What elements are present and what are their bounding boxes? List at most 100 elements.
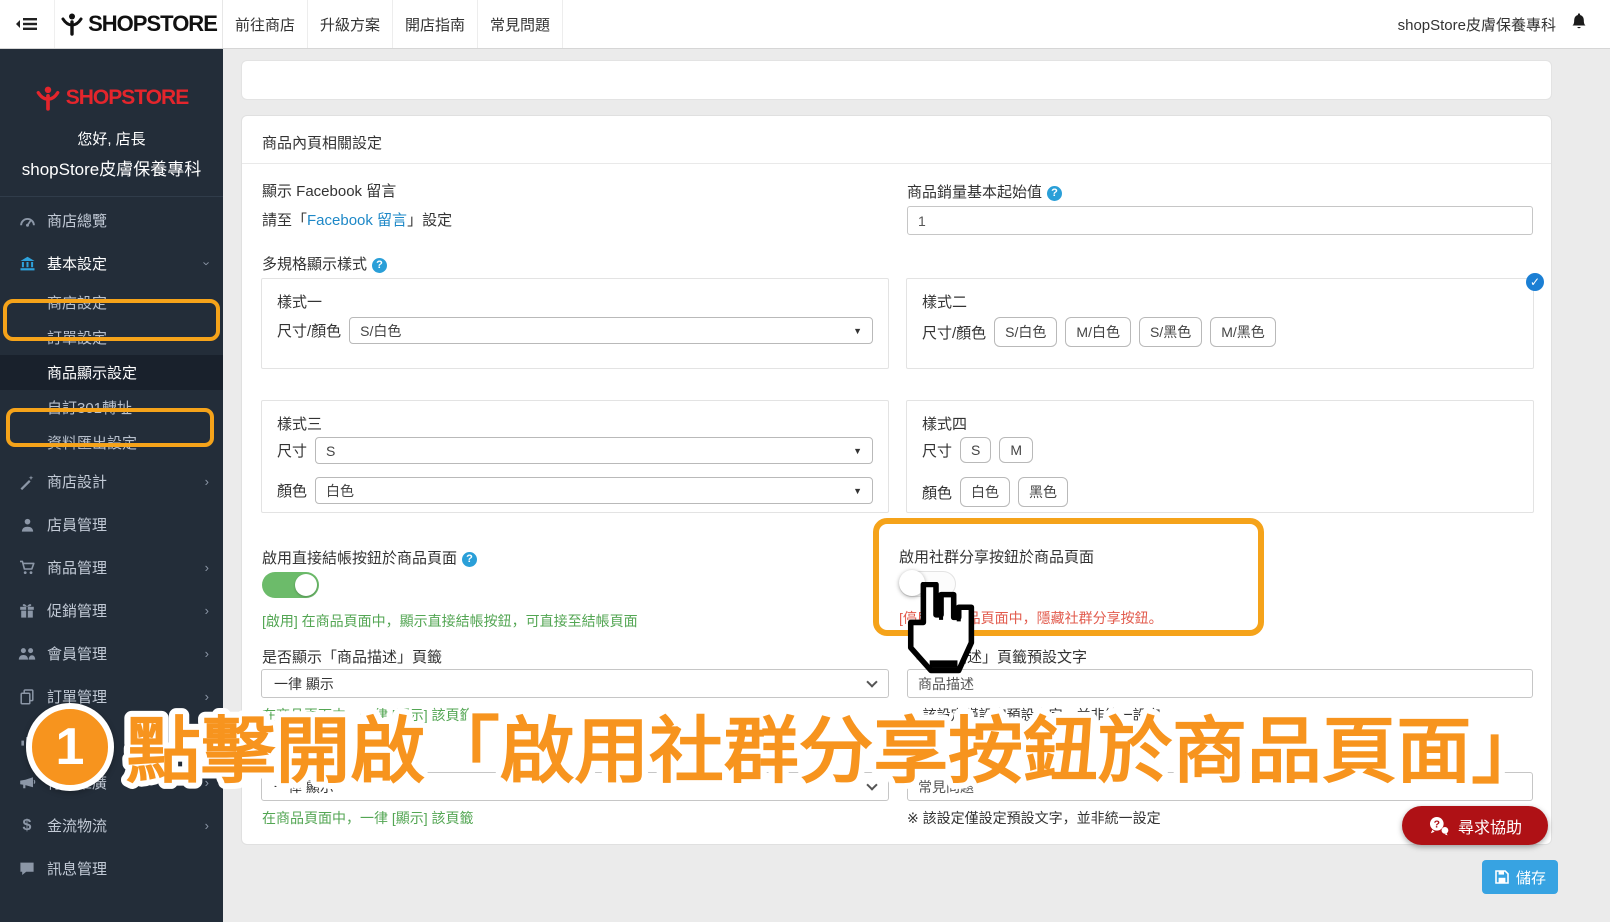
- style-two-card[interactable]: 樣式二 尺寸/顏色 S/白色 M/白色 S/黑色 M/黑色: [906, 278, 1534, 369]
- selected-check-icon: ✓: [1526, 273, 1544, 291]
- style-three-size-select[interactable]: S▼: [315, 437, 873, 464]
- sidebar-subitem-custom-301-redirect[interactable]: 自訂301轉址: [0, 390, 223, 425]
- card-divider: [242, 163, 1551, 164]
- nav-faq[interactable]: 常見問題: [478, 0, 563, 48]
- color-pill[interactable]: 黑色: [1018, 477, 1068, 507]
- desc-text-note: ※ 該設定僅設定預設文字，並非統一設定: [907, 705, 1161, 725]
- sidebar-item-basic-settings[interactable]: 基本設定 ›: [0, 242, 223, 285]
- shopping-cart-icon: [18, 560, 36, 576]
- social-share-toggle[interactable]: [899, 571, 956, 597]
- sidebar-item-staff-management[interactable]: 店員管理: [0, 503, 223, 546]
- hamburger-icon: [15, 16, 39, 32]
- chevron-right-icon: ›: [205, 732, 209, 747]
- size-pill[interactable]: M: [999, 437, 1033, 463]
- sidebar-logo: SHOPSTORE: [0, 85, 223, 111]
- sales-base-input[interactable]: [907, 206, 1533, 235]
- style-one-variant-select[interactable]: S/白色▼: [349, 317, 873, 344]
- sidebar-logo-text: SHOPSTORE: [66, 86, 188, 110]
- bank-icon: [18, 256, 36, 272]
- user-icon: [18, 517, 36, 533]
- social-share-highlight-box: 啟用社群分享按鈕於商品頁面 [停用] 在商品頁面中，隱藏社群分享按鈕。: [873, 518, 1264, 636]
- previous-card-partial: [241, 60, 1552, 100]
- chevron-right-icon: ›: [205, 603, 209, 618]
- shopstore-logo-icon: [60, 12, 84, 36]
- desc-tab-label: 是否顯示「商品描述」頁籤: [262, 646, 442, 667]
- nav-go-to-store[interactable]: 前往商店: [223, 0, 308, 48]
- desc-tab-select[interactable]: 一律 顯示: [261, 669, 889, 698]
- sidebar-item-message-management[interactable]: 訊息管理: [0, 847, 223, 890]
- help-icon[interactable]: ?: [1047, 186, 1062, 201]
- nav-store-guide[interactable]: 開店指南: [393, 0, 478, 48]
- direct-checkout-label: 啟用直接結帳按鈕於商品頁面?: [262, 547, 477, 568]
- annotation-step-badge: 1: [26, 703, 114, 791]
- sidebar-subitem-order-settings[interactable]: 訂單設定: [0, 320, 223, 355]
- style-four-card[interactable]: 樣式四 尺寸 S M 顏色 白色 黑色: [906, 400, 1534, 513]
- variant-pill[interactable]: S/黑色: [1139, 317, 1202, 347]
- sidebar: SHOPSTORE 您好, 店長 shopStore皮膚保養專科 商店總覽 基本…: [0, 49, 223, 922]
- card-title: 商品內頁相關設定: [262, 132, 382, 153]
- dropdown-chevron-icon: [866, 779, 877, 790]
- direct-checkout-toggle[interactable]: [262, 572, 319, 598]
- direct-checkout-status: [啟用] 在商品頁面中，顯示直接結帳按鈕，可直接至結帳頁面: [262, 611, 638, 631]
- copy-files-icon: [18, 689, 36, 705]
- dropdown-arrow-icon: ▼: [853, 326, 862, 336]
- chevron-right-icon: ›: [205, 474, 209, 489]
- faq-tab-select[interactable]: 一律 顯示: [261, 772, 889, 801]
- chevron-right-icon: ›: [205, 775, 209, 790]
- sidebar-item-order-management[interactable]: 訂單管理 ›: [0, 675, 223, 718]
- dropdown-arrow-icon: ▼: [853, 486, 862, 496]
- nav-upgrade-plan[interactable]: 升級方案: [308, 0, 393, 48]
- chevron-right-icon: ›: [205, 689, 209, 704]
- variant-pill[interactable]: M/白色: [1065, 317, 1131, 347]
- sidebar-subitem-store-settings[interactable]: 商店設定: [0, 285, 223, 320]
- style-three-card[interactable]: 樣式三 尺寸 S▼ 顏色 白色▼: [261, 400, 889, 513]
- dollar-icon: $: [18, 818, 36, 834]
- size-pill[interactable]: S: [960, 437, 991, 463]
- sidebar-item-product-management[interactable]: 商品管理 ›: [0, 546, 223, 589]
- save-floppy-icon: [1494, 869, 1510, 885]
- variant-pill[interactable]: S/白色: [994, 317, 1057, 347]
- variant-pill[interactable]: M/黑色: [1210, 317, 1276, 347]
- facebook-comments-link[interactable]: Facebook 留言: [307, 212, 407, 229]
- notifications-button[interactable]: [1570, 12, 1588, 36]
- chevron-down-icon: ›: [199, 261, 214, 265]
- chevron-right-icon: ›: [205, 818, 209, 833]
- sidebar-toggle-button[interactable]: [0, 0, 54, 48]
- sidebar-item-member-management[interactable]: 會員管理 ›: [0, 632, 223, 675]
- product-page-settings-card: 商品內頁相關設定 顯示 Facebook 留言 請至「Facebook 留言」設…: [241, 115, 1552, 845]
- dropdown-chevron-icon: [866, 676, 877, 687]
- topbar-nav: 前往商店 升級方案 開店指南 常見問題: [223, 0, 563, 48]
- sidebar-item-store-design[interactable]: 商店設計 ›: [0, 460, 223, 503]
- save-button[interactable]: 儲存: [1482, 860, 1558, 894]
- sidebar-subitem-data-export-settings[interactable]: 資料匯出設定: [0, 425, 223, 460]
- megaphone-icon: [18, 775, 36, 791]
- sidebar-divider: [0, 196, 223, 197]
- style-three-color-select[interactable]: 白色▼: [315, 477, 873, 504]
- faq-text-input[interactable]: [907, 772, 1533, 801]
- desc-text-input[interactable]: [907, 669, 1533, 698]
- multi-spec-label: 多規格顯示樣式?: [262, 253, 387, 274]
- toggle-knob: [899, 570, 925, 596]
- sidebar-greeting: 您好, 店長: [0, 128, 223, 149]
- social-share-label: 啟用社群分享按鈕於商品頁面: [899, 546, 1094, 567]
- topbar: SHOPSTORE 前往商店 升級方案 開店指南 常見問題 shopStore皮…: [0, 0, 1610, 49]
- svg-text:?: ?: [1434, 819, 1440, 830]
- shopstore-logo-icon: [35, 85, 61, 111]
- help-icon[interactable]: ?: [462, 552, 477, 567]
- topbar-logo-text: SHOPSTORE: [88, 11, 217, 37]
- help-icon[interactable]: ?: [372, 258, 387, 273]
- desc-text-label: 「商品描述」頁籤預設文字: [907, 646, 1087, 667]
- sidebar-item-promotion-management[interactable]: 促銷管理 ›: [0, 589, 223, 632]
- comment-icon: [18, 861, 36, 877]
- toggle-knob: [295, 574, 317, 596]
- chevron-right-icon: ›: [205, 646, 209, 661]
- style-one-card[interactable]: 樣式一 尺寸/顏色 S/白色▼: [261, 278, 889, 369]
- sidebar-subitem-product-display-settings[interactable]: 商品顯示設定: [0, 355, 223, 390]
- sidebar-store-name: shopStore皮膚保養專科: [0, 155, 223, 180]
- bell-icon: [1570, 12, 1588, 31]
- sidebar-item-payment-logistics[interactable]: $ 金流物流 ›: [0, 804, 223, 847]
- color-pill[interactable]: 白色: [960, 477, 1010, 507]
- seek-help-button[interactable]: ? 尋求協助: [1402, 806, 1548, 845]
- topbar-logo[interactable]: SHOPSTORE: [54, 0, 223, 48]
- sidebar-item-store-overview[interactable]: 商店總覽: [0, 199, 223, 242]
